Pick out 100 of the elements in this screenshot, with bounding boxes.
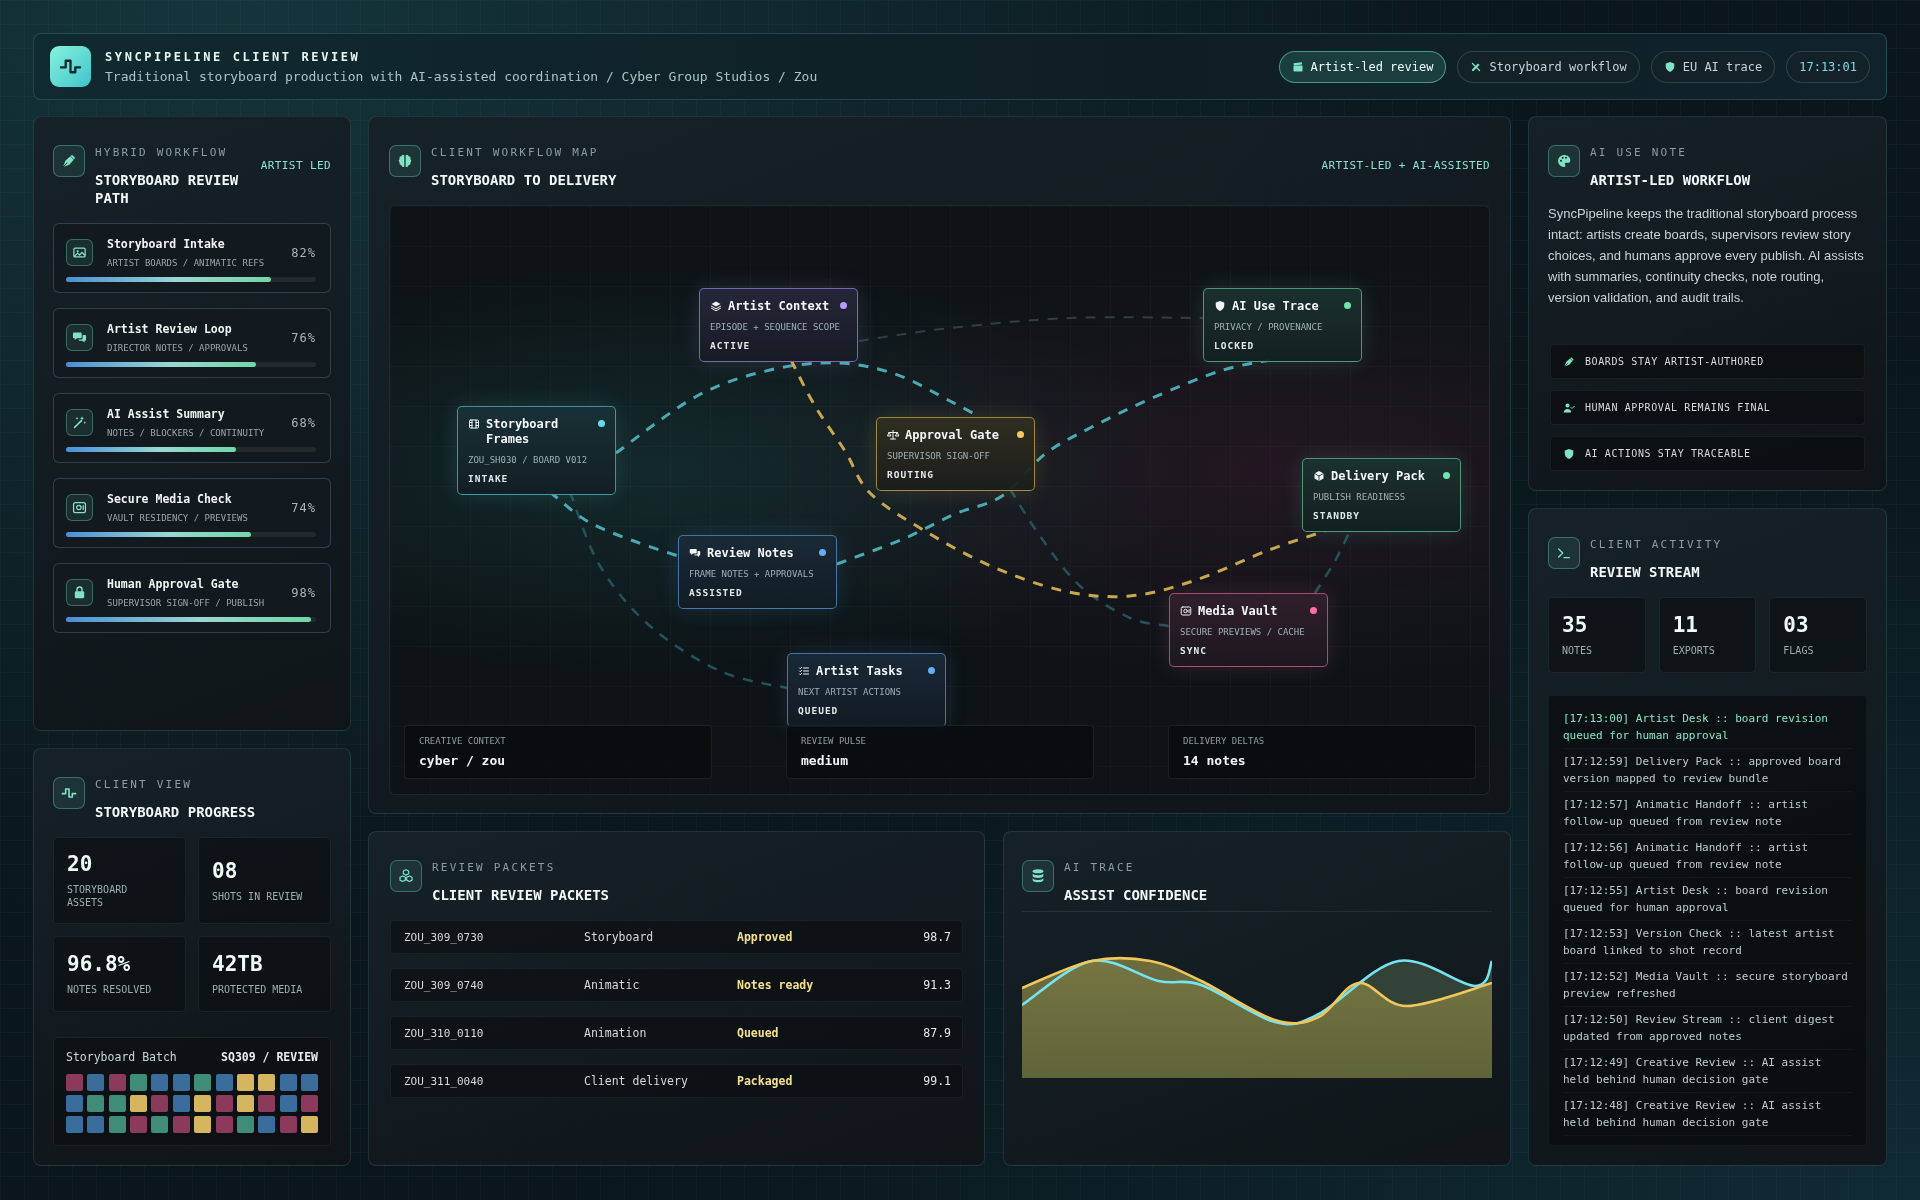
node-detail: EPISODE + SEQUENCE SCOPE <box>710 322 842 332</box>
stat-label: SHOTS IN REVIEW <box>212 889 303 903</box>
step-percent: 68% <box>291 415 316 430</box>
database-icon <box>1022 860 1054 892</box>
node-status: ROUTING <box>887 469 936 480</box>
node-status: ASSISTED <box>689 587 744 598</box>
stat-value: 11 <box>1672 613 1698 637</box>
log-entry: [17:12:52] Media Vault :: secure storyboard preview refreshed <box>1563 964 1852 1007</box>
pulse-icon <box>53 777 85 809</box>
brain-icon <box>389 145 421 177</box>
packet-id: ZOU_311_0040 <box>404 1074 484 1088</box>
node-detail: FRAME NOTES + APPROVALS <box>689 569 815 579</box>
node-status: INTAKE <box>468 473 510 484</box>
step-detail: DIRECTOR NOTES / APPROVALS <box>107 343 248 353</box>
step-detail: SUPERVISOR SIGN-OFF / PUBLISH <box>107 598 265 608</box>
packet-row[interactable]: ZOU_309_0730 Storyboard Approved 98.7 <box>390 920 963 954</box>
packet-type: Client delivery <box>584 1074 688 1088</box>
stat-label: FLAGS <box>1783 644 1814 657</box>
chat-icon <box>66 324 93 351</box>
workflow-node[interactable]: Artist Context EPISODE + SEQUENCE SCOPE ACTIVE <box>699 288 858 362</box>
packet-id: ZOU_309_0730 <box>404 930 484 944</box>
node-status: ACTIVE <box>710 340 752 351</box>
step-title: Secure Media Check <box>107 492 232 506</box>
image-icon <box>66 239 93 266</box>
stat-value: 20 <box>67 852 93 876</box>
clock-time: 17:13:01 <box>1786 50 1870 83</box>
packet-score: 98.7 <box>923 930 951 944</box>
stat-label: NOTES <box>1562 644 1593 657</box>
scale-icon <box>887 429 899 441</box>
packet-status: Queued <box>737 1026 779 1040</box>
node-detail: SUPERVISOR SIGN-OFF <box>887 451 991 461</box>
app-subtitle: Traditional storyboard production with AI-assisted coordination / Cyber Group Studios / Zou <box>105 68 818 84</box>
panel-title: STORYBOARD REVIEW PATH <box>95 171 240 207</box>
node-title: Artist Context <box>728 299 831 314</box>
clapperboard-icon <box>1291 60 1304 73</box>
mode-label: EU AI trace <box>1682 59 1763 74</box>
panel-eyebrow: REVIEW PACKETS <box>432 861 556 874</box>
packet-row[interactable]: ZOU_309_0740 Animatic Notes ready 91.3 <box>390 968 963 1002</box>
step-title: Storyboard Intake <box>107 237 225 251</box>
packet-status: Approved <box>737 930 793 944</box>
workflow-node[interactable]: AI Use Trace PRIVACY / PROVENANCE LOCKED <box>1203 288 1362 362</box>
packet-score: 87.9 <box>923 1026 951 1040</box>
node-title: Approval Gate <box>905 428 1000 443</box>
packet-row[interactable]: ZOU_310_0110 Animation Queued 87.9 <box>390 1016 963 1050</box>
app-title: SYNCPIPELINE CLIENT REVIEW <box>105 49 361 64</box>
node-status: LOCKED <box>1214 340 1256 351</box>
workflow-node[interactable]: Approval Gate SUPERVISOR SIGN-OFF ROUTING <box>876 417 1035 491</box>
panel-title: ASSIST CONFIDENCE <box>1064 886 1208 904</box>
step-title: AI Assist Summary <box>107 407 225 421</box>
workflow-node[interactable]: Review Notes FRAME NOTES + APPROVALS ASSISTED <box>678 535 837 609</box>
step-percent: 82% <box>291 245 316 260</box>
panel-title: STORYBOARD TO DELIVERY <box>431 171 617 189</box>
panel-eyebrow: CLIENT WORKFLOW MAP <box>431 146 599 159</box>
workflow-node[interactable]: Storyboard Frames ZOU_SH030 / BOARD V012 INTAKE <box>457 406 616 495</box>
node-detail: SECURE PREVIEWS / CACHE <box>1180 627 1306 637</box>
batch-label: Storyboard Batch <box>66 1050 177 1064</box>
panel-eyebrow: CLIENT ACTIVITY <box>1590 538 1723 551</box>
workflow-node[interactable]: Media Vault SECURE PREVIEWS / CACHE SYNC <box>1169 593 1328 667</box>
packet-row[interactable]: ZOU_311_0040 Client delivery Packaged 99.1 <box>390 1064 963 1098</box>
workflow-node[interactable]: Artist Tasks NEXT ARTIST ACTIONS QUEUED <box>787 653 946 727</box>
packet-status: Packaged <box>737 1074 793 1088</box>
panel-tag: ARTIST-LED + AI-ASSISTED <box>1321 159 1490 172</box>
step-percent: 76% <box>291 330 316 345</box>
node-title: Review Notes <box>707 546 795 561</box>
node-detail: ZOU_SH030 / BOARD V012 <box>468 455 589 465</box>
pen-nib-icon <box>53 145 85 177</box>
summary-label: DELIVERY DELTAS <box>1183 736 1265 746</box>
principle-text: HUMAN APPROVAL REMAINS FINAL <box>1585 402 1771 413</box>
mode-label: Storyboard workflow <box>1489 59 1627 74</box>
stat-label: PROTECTED MEDIA <box>212 983 303 996</box>
packet-type: Animatic <box>584 978 640 992</box>
panel-title: REVIEW STREAM <box>1590 563 1700 581</box>
node-status: STANDBY <box>1313 510 1362 521</box>
packet-status: Notes ready <box>737 978 814 992</box>
node-detail: PUBLISH READINESS <box>1313 492 1407 502</box>
workflow-node[interactable]: Delivery Pack PUBLISH READINESS STANDBY <box>1302 458 1461 532</box>
stat-value: 08 <box>212 858 238 883</box>
log-entry: [17:12:48] Creative Review :: AI assist held behind human decision gate <box>1563 1093 1852 1136</box>
shield-icon <box>1663 60 1676 73</box>
log-entry: [17:12:50] Review Stream :: client digest updated from approved notes <box>1563 1007 1852 1050</box>
summary-value: 14 notes <box>1183 753 1246 768</box>
log-entry: [17:12:53] Version Check :: latest artist board linked to shot record <box>1563 921 1852 964</box>
log-entry: [17:13:00] Artist Desk :: board revision queued for human approval <box>1563 706 1852 749</box>
stat-value: 96.8% <box>67 952 131 976</box>
step-detail: VAULT RESIDENCY / PREVIEWS <box>107 513 248 523</box>
packet-id: ZOU_309_0740 <box>404 978 484 992</box>
stat-label: NOTES RESOLVED <box>67 983 152 996</box>
node-title: Media Vault <box>1198 604 1279 619</box>
principle-text: AI ACTIONS STAY TRACEABLE <box>1585 448 1751 459</box>
film-icon <box>468 418 480 430</box>
node-title: Delivery Pack <box>1331 469 1426 484</box>
node-status: QUEUED <box>798 705 840 716</box>
safe-icon <box>1180 605 1192 617</box>
panel-eyebrow: AI USE NOTE <box>1590 146 1688 159</box>
shield-icon <box>1563 447 1575 460</box>
node-title: Storyboard Frames <box>486 417 560 447</box>
panel-title: CLIENT REVIEW PACKETS <box>432 886 609 904</box>
node-title: AI Use Trace <box>1232 299 1320 314</box>
summary-value: medium <box>801 753 848 768</box>
pen-nib-icon <box>1563 355 1575 368</box>
